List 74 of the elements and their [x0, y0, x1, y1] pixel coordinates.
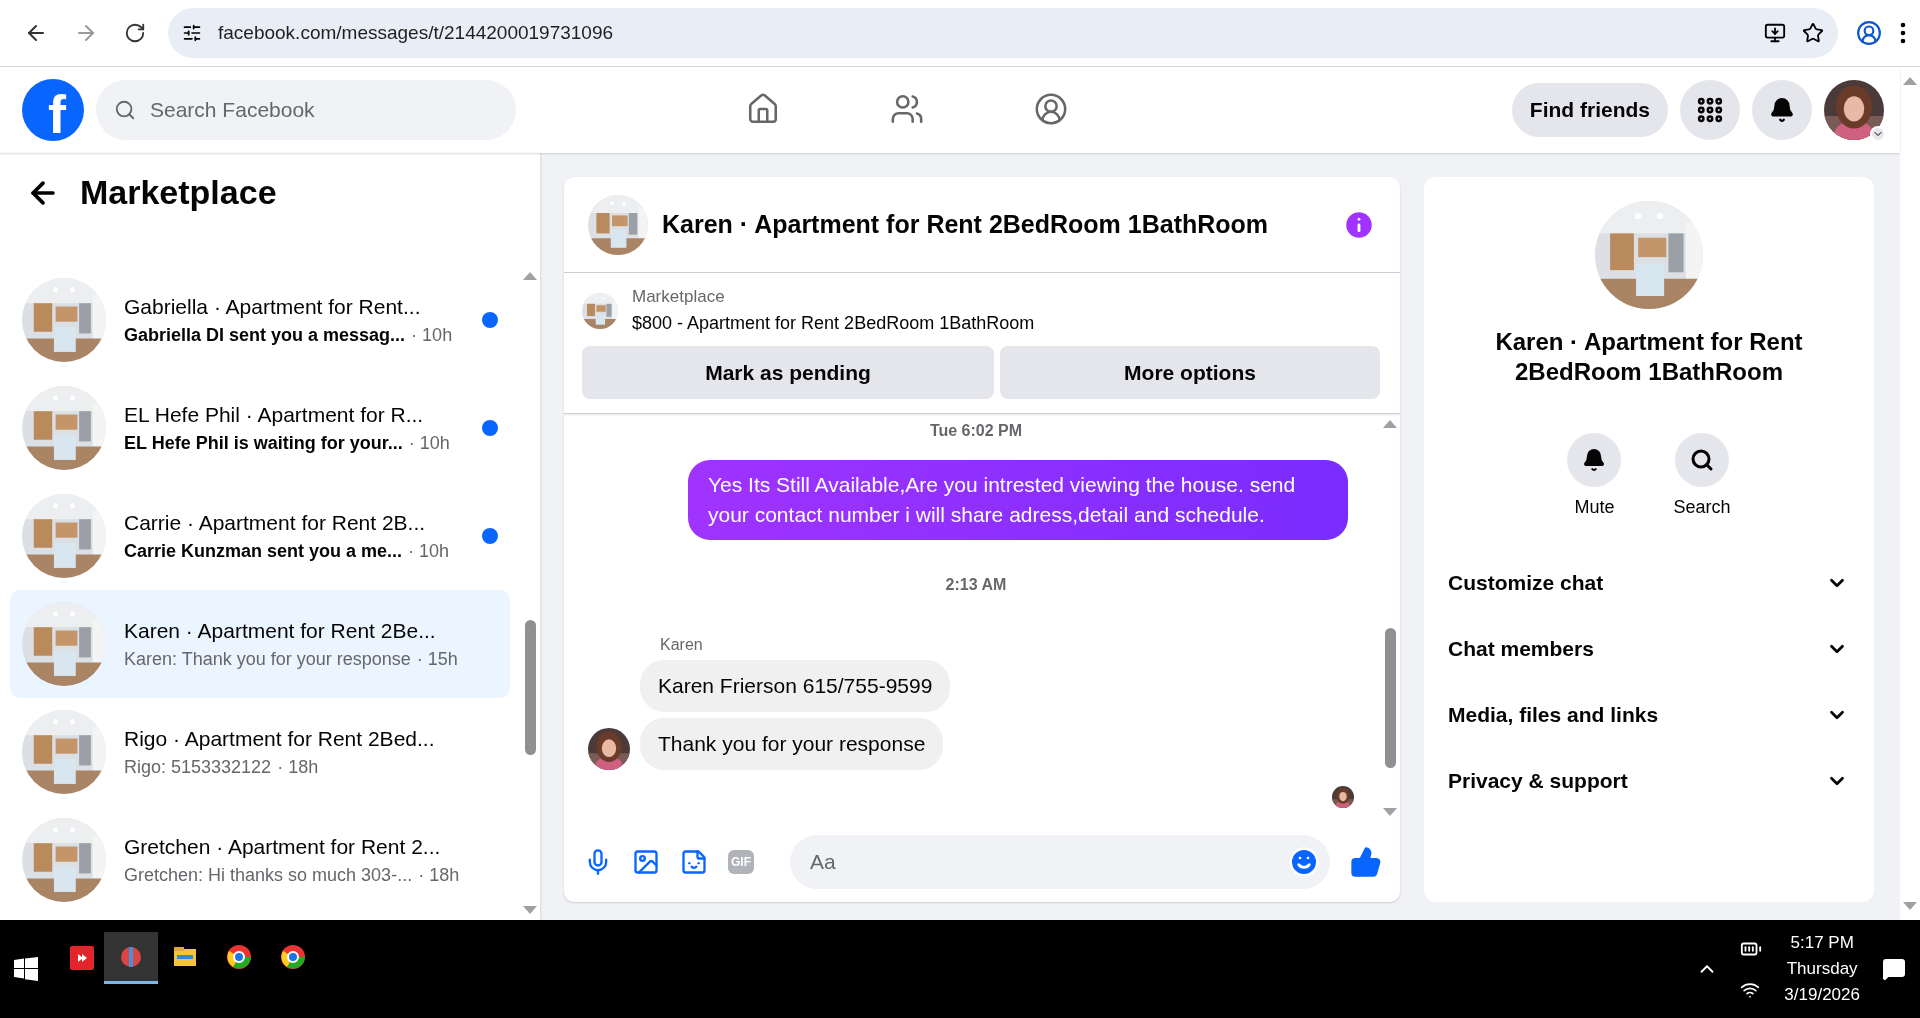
facebook-logo[interactable]: f [22, 79, 84, 141]
chat-title: Karen · Apartment for Rent 2BedRoom 1BathRoom [662, 210, 1270, 239]
conversation-title: Gretchen · Apartment for Rent 2... [124, 834, 442, 859]
message-preview: EL Hefe Phil is waiting for your... [124, 432, 403, 454]
message-preview: Karen: Thank you for your response [124, 648, 411, 670]
grid-icon [1695, 95, 1725, 125]
message-time: · 18h [418, 864, 460, 886]
conversation-item[interactable]: Carrie · Apartment for Rent 2B... Carrie Kunzman sent you a me... · 10h [10, 482, 510, 590]
home-icon [746, 91, 780, 126]
message-time: · 18h [277, 756, 319, 778]
message-time: · 15h [416, 648, 458, 670]
app-icon [279, 942, 307, 971]
conversation-item[interactable]: Rigo · Apartment for Rent 2Bed... Rigo: 5153332122 · 18h [10, 698, 510, 806]
message-time: · 10h [408, 432, 450, 454]
conversation-item[interactable]: Gabriella · Apartment for Rent... Gabriella DI sent you a messag... · 10h [10, 266, 510, 374]
find-friends-button[interactable]: Find friends [1511, 83, 1668, 137]
conversation-title: Karen · Apartment for Rent 2Be... [124, 618, 437, 643]
section-header[interactable]: Customize chat [1444, 550, 1854, 616]
search-icon [1690, 448, 1714, 472]
conversation-item[interactable]: Karen · Apartment for Rent 2Be... Karen: Thank you for your response · 15h [10, 590, 510, 698]
sticker-icon[interactable] [680, 848, 708, 876]
photo-icon[interactable] [632, 848, 660, 876]
bell-icon [1769, 97, 1795, 123]
search-icon [114, 99, 136, 121]
menu-icon[interactable] [1900, 22, 1906, 44]
unread-dot [482, 420, 498, 436]
like-icon[interactable] [1350, 846, 1382, 878]
message-time: · 10h [411, 324, 453, 346]
chat-name: Karen · Apartment for Rent 2BedRoom 1BathRoom [1494, 327, 1804, 387]
emoji-icon[interactable] [1288, 846, 1320, 878]
listing-label: Marketplace [632, 287, 726, 307]
clock[interactable]: 5:17 PM Thursday 3/19/2026 [1784, 933, 1860, 1005]
taskbar-app[interactable] [104, 932, 158, 984]
timestamp: Tue 6:02 PM [929, 422, 1023, 440]
groups-icon [1034, 91, 1068, 126]
section-header[interactable]: Media, files and links [1444, 682, 1854, 748]
notifications-icon[interactable] [1882, 957, 1906, 981]
search-input[interactable]: Search Facebook [148, 80, 498, 140]
sent-message: Yes Its Still Available,Are you intrested viewing the house. send your contact number i will share adress,detail and schedule. [688, 460, 1348, 540]
section-header[interactable]: Privacy & support [1444, 748, 1854, 814]
message-preview: Gretchen: Hi thanks so much 303-... [124, 864, 413, 886]
listing-action-button[interactable]: More options [1000, 346, 1380, 399]
timestamp: 2:13 AM [945, 576, 1007, 594]
sender-name: Karen [660, 636, 704, 654]
site-settings-icon[interactable] [182, 23, 202, 43]
received-message: Karen Frierson 615/755-9599 [640, 660, 951, 712]
app-icon[interactable] [70, 946, 94, 970]
wifi-icon[interactable] [1740, 980, 1761, 1000]
start-icon[interactable] [14, 957, 38, 981]
conversation-item[interactable]: Gretchen · Apartment for Rent 2... Gretchen: Hi thanks so much 303-... · 18h [10, 806, 510, 914]
profile-icon[interactable] [1856, 20, 1882, 46]
unread-dot [482, 528, 498, 544]
conversation-title: EL Hefe Phil · Apartment for R... [124, 402, 425, 427]
received-message: Thank you for your response [640, 718, 944, 770]
install-icon[interactable] [1764, 22, 1786, 44]
menu-button[interactable] [1680, 80, 1740, 140]
conversation-item[interactable]: EL Hefe Phil · Apartment for R... EL Hefe Phil is waiting for your... · 10h [10, 374, 510, 482]
conversation-title: Carrie · Apartment for Rent 2B... [124, 510, 427, 535]
unread-dot [482, 312, 498, 328]
listing-action-button[interactable]: Mark as pending [582, 346, 994, 399]
search-field[interactable]: Search Facebook [96, 80, 516, 140]
message-preview: Rigo: 5153332122 [124, 756, 272, 778]
sidebar-title: Marketplace [80, 173, 277, 212]
message-preview: Gabriella DI sent you a messag... [124, 324, 406, 346]
conversation-title: Gabriella · Apartment for Rent... [124, 294, 422, 319]
bookmark-icon[interactable] [1802, 22, 1824, 44]
reload-icon [124, 22, 146, 44]
section-header[interactable]: Chat members [1444, 616, 1854, 682]
app-icon [225, 942, 253, 971]
bell-icon [1582, 448, 1607, 472]
message-time: · 10h [408, 540, 450, 562]
message-preview: Carrie Kunzman sent you a me... [124, 540, 403, 562]
conversation-title: Rigo · Apartment for Rent 2Bed... [124, 726, 436, 751]
listing-title: $800 - Apartment for Rent 2BedRoom 1BathRoom [632, 313, 1035, 334]
